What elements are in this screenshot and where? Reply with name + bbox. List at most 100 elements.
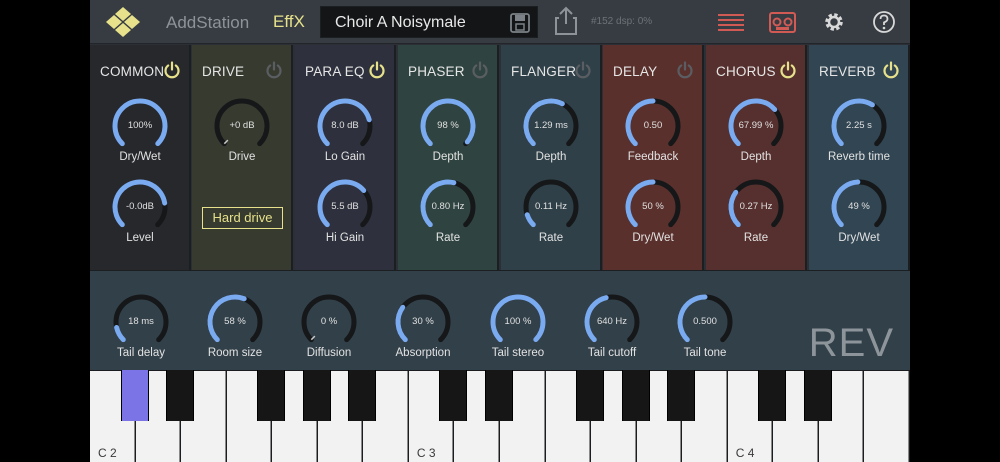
knob-label: Rate [538, 232, 564, 244]
status-text: #152 dsp: 0% [591, 16, 653, 27]
menu-icon[interactable] [718, 13, 744, 31]
knob-value: 100 % [504, 316, 532, 327]
knob-absorption[interactable]: 30 % [392, 291, 454, 353]
power-icon[interactable] [779, 61, 797, 79]
effect-panel-flanger: FLANGER 1.29 ms Depth 0.11 Hz Rate [501, 45, 602, 270]
app-logo-icon[interactable] [104, 6, 142, 38]
knob-label: Room size [207, 347, 263, 359]
knob-feedback[interactable]: 0.50 [622, 95, 684, 157]
power-icon[interactable] [163, 61, 181, 79]
knob-value: 50 % [642, 201, 664, 212]
preset-selector[interactable]: Choir A Noisymale [320, 6, 538, 38]
octave-label: C 2 [98, 446, 117, 460]
recorder-icon[interactable] [769, 10, 796, 33]
effect-title: FLANGER [511, 64, 577, 79]
effect-title: DRIVE [202, 64, 245, 79]
effect-title: PHASER [408, 64, 465, 79]
power-icon[interactable] [676, 61, 694, 79]
knob-label: Dry/Wet [119, 151, 161, 163]
knob-label: Reverb time [828, 151, 890, 163]
knob-tail-cutoff[interactable]: 640 Hz [581, 291, 643, 353]
knob-label: Dry/Wet [838, 232, 880, 244]
effect-panel-para-eq: PARA EQ 8.0 dB Lo Gain 5.5 dB Hi Gain [295, 45, 396, 270]
reverb-detail-title: REV [808, 321, 894, 365]
effect-title: PARA EQ [305, 64, 365, 79]
reverb-detail-panel: 18 ms Tail delay 58 % Room size 0 % Diffusion… [90, 270, 910, 370]
knob-dry-wet[interactable]: 50 % [622, 176, 684, 238]
top-bar: AddStation EffX Choir A Noisymale #152 d… [90, 0, 910, 44]
knob-drive[interactable]: +0 dB [211, 95, 273, 157]
knob-reverb-time[interactable]: 2.25 s [828, 95, 890, 157]
power-icon[interactable] [265, 61, 283, 79]
knob-label: Depth [740, 151, 772, 163]
knob-tail-tone[interactable]: 0.500 [674, 291, 736, 353]
knob-label: Depth [432, 151, 464, 163]
piano-keyboard[interactable]: C 2 C 3 C 4 [90, 370, 910, 462]
knob-value: 100% [127, 120, 153, 131]
knob-tail-stereo[interactable]: 100 % [487, 291, 549, 353]
knob-rate[interactable]: 0.11 Hz [520, 176, 582, 238]
black-key[interactable] [166, 370, 195, 421]
knob-level[interactable]: -0.0dB [109, 176, 171, 238]
knob-value: 1.29 ms [534, 120, 568, 131]
octave-label: C 4 [735, 446, 755, 460]
knob-label: Rate [743, 232, 769, 244]
knob-label: Lo Gain [324, 151, 366, 163]
power-icon[interactable] [368, 61, 386, 79]
knob-value: 2.25 s [846, 120, 872, 131]
black-key[interactable] [576, 370, 605, 421]
black-key[interactable] [302, 370, 331, 421]
knob-label: Drive [228, 151, 256, 163]
knob-depth[interactable]: 1.29 ms [520, 95, 582, 157]
knob-tail-delay[interactable]: 18 ms [110, 291, 172, 353]
knob-dry-wet[interactable]: 49 % [828, 176, 890, 238]
knob-depth[interactable]: 67.99 % [725, 95, 787, 157]
knob-label: Tail tone [683, 347, 727, 359]
black-key[interactable] [439, 370, 468, 421]
black-key[interactable] [257, 370, 286, 421]
knob-rate[interactable]: 0.27 Hz [725, 176, 787, 238]
gear-icon[interactable] [822, 10, 846, 34]
knob-value: 49 % [848, 201, 870, 212]
hard-drive-button[interactable]: Hard drive [202, 207, 283, 229]
knob-value: -0.0dB [126, 201, 154, 212]
black-key[interactable] [348, 370, 377, 421]
knob-hi-gain[interactable]: 5.5 dB [314, 176, 376, 238]
black-key[interactable] [758, 370, 787, 421]
power-icon[interactable] [574, 61, 592, 79]
knob-value: 67.99 % [738, 120, 774, 131]
power-icon[interactable] [882, 61, 900, 79]
help-icon[interactable] [872, 10, 896, 34]
effect-title: COMMON [100, 64, 165, 79]
black-key[interactable] [621, 370, 650, 421]
knob-value: 0.27 Hz [739, 201, 773, 212]
knob-depth[interactable]: 98 % [417, 95, 479, 157]
knob-dry-wet[interactable]: 100% [109, 95, 171, 157]
knob-rate[interactable]: 0.80 Hz [417, 176, 479, 238]
knob-label: Tail stereo [491, 347, 545, 359]
save-icon[interactable] [509, 12, 531, 34]
effect-panel-delay: DELAY 0.50 Feedback 50 % Dry/Wet [603, 45, 704, 270]
power-icon[interactable] [471, 61, 489, 79]
knob-lo-gain[interactable]: 8.0 dB [314, 95, 376, 157]
black-key[interactable] [485, 370, 513, 421]
knob-value: +0 dB [229, 120, 255, 131]
black-key-active[interactable] [120, 370, 149, 421]
preset-name: Choir A Noisymale [335, 14, 466, 31]
black-key[interactable] [667, 370, 696, 421]
knob-value: 5.5 dB [331, 201, 359, 212]
knob-diffusion[interactable]: 0 % [298, 291, 360, 353]
knob-label: Absorption [395, 347, 451, 359]
white-key[interactable] [864, 371, 909, 462]
app-name-tab[interactable]: AddStation [166, 13, 249, 33]
knob-label: Hi Gain [325, 232, 365, 244]
share-icon[interactable] [554, 6, 578, 36]
knob-value: 0.80 Hz [431, 201, 465, 212]
knob-value: 98 % [437, 120, 459, 131]
knob-label: Level [126, 232, 154, 244]
knob-value: 58 % [224, 316, 246, 327]
knob-value: 0.11 Hz [534, 201, 568, 212]
effx-tab[interactable]: EffX [273, 12, 305, 32]
knob-room-size[interactable]: 58 % [204, 291, 266, 353]
black-key[interactable] [803, 370, 832, 421]
